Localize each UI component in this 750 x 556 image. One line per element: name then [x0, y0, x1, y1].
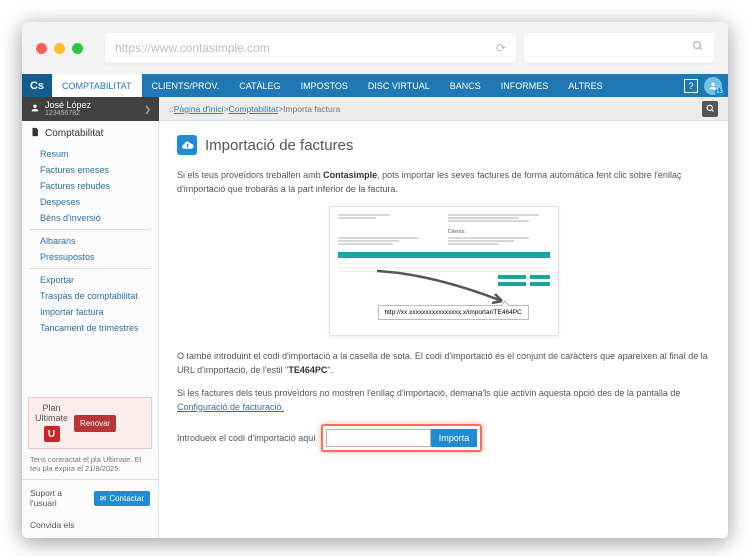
breadcrumb: :: Pàgina d'inici > Comptabilitat > Impo… — [159, 97, 728, 121]
sidebar-heading: Comptabilitat — [22, 121, 158, 146]
mail-icon: ✉ — [100, 494, 107, 503]
support-row: Suport a l'usuari ✉ Contactar — [22, 480, 158, 516]
nav-altres[interactable]: ALTRES — [558, 74, 612, 97]
nav-clients[interactable]: CLIENTS/PROV. — [142, 74, 230, 97]
sidebar-item-traspas[interactable]: Traspàs de comptabilitat — [22, 288, 158, 304]
sidebar-item-despeses[interactable]: Despeses — [22, 194, 158, 210]
import-code-input[interactable] — [326, 429, 431, 447]
sidebar-item-albarans[interactable]: Albarans — [22, 233, 158, 249]
window-controls — [36, 43, 83, 54]
plan-info: Tens contractat el pla Ultimate. El teu … — [22, 455, 158, 480]
nav-informes[interactable]: INFORMES — [491, 74, 559, 97]
app-window: https://www.contasimple.com ⟳ Cs COMPTAB… — [22, 22, 728, 538]
document-icon — [30, 127, 40, 140]
browser-search[interactable] — [524, 33, 714, 63]
input-label: Introdueix el codi d'importació aquí — [177, 433, 316, 443]
top-nav: Cs COMPTABILITAT CLIENTS/PROV. CATÀLEG I… — [22, 74, 728, 97]
sidebar-item-resum[interactable]: Resum — [22, 146, 158, 162]
sidebar-item-exportar[interactable]: Exportar — [22, 272, 158, 288]
user-id: 12345678Z — [45, 110, 91, 117]
sidebar-item-factures-emeses[interactable]: Factures emeses — [22, 162, 158, 178]
import-input-row: Introdueix el codi d'importació aquí Imp… — [177, 424, 710, 452]
arrow-icon — [372, 269, 512, 309]
plan-badge-icon: U — [44, 426, 60, 442]
sidebar: Comptabilitat Resum Factures emeses Fact… — [22, 121, 159, 538]
brand-logo[interactable]: Cs — [22, 74, 52, 97]
notification-badge: 13 — [715, 88, 724, 97]
breadcrumb-home[interactable]: Pàgina d'inici — [174, 104, 224, 114]
nav-bancs[interactable]: BANCS — [440, 74, 491, 97]
sidebar-item-pressupostos[interactable]: Pressupostos — [22, 249, 158, 265]
minimize-icon[interactable] — [54, 43, 65, 54]
search-icon — [692, 39, 704, 57]
invite-row[interactable]: Convida els — [22, 516, 158, 538]
description-3: Si les factures dels teus proveïdors no … — [177, 387, 710, 414]
divider — [30, 268, 150, 269]
support-label: Suport a l'usuari — [30, 488, 88, 508]
sub-header: José López 12345678Z ❯ :: Pàgina d'inici… — [22, 97, 728, 121]
close-icon[interactable] — [36, 43, 47, 54]
user-avatar[interactable]: 13 — [704, 77, 722, 95]
sidebar-item-bens[interactable]: Béns d'inversió — [22, 210, 158, 226]
refresh-icon[interactable]: ⟳ — [496, 41, 506, 55]
nav-impostos[interactable]: IMPOSTOS — [291, 74, 358, 97]
help-icon[interactable]: ? — [684, 79, 698, 93]
sidebar-item-importar[interactable]: Importar factura — [22, 304, 158, 320]
renew-button[interactable]: Renovar — [74, 415, 116, 432]
breadcrumb-section[interactable]: Comptabilitat — [229, 104, 279, 114]
config-link[interactable]: Configuració de facturació. — [177, 402, 284, 412]
maximize-icon[interactable] — [72, 43, 83, 54]
nav-cataleg[interactable]: CATÀLEG — [229, 74, 290, 97]
page-title: Importació de factures — [177, 135, 710, 155]
description-1: Si els teus proveïdors treballen amb Con… — [177, 169, 710, 196]
description-2: O també introduint el codi d'importació … — [177, 350, 710, 377]
nav-comptabilitat[interactable]: COMPTABILITAT — [52, 74, 142, 97]
sidebar-item-tancament[interactable]: Tancament de trimestres — [22, 320, 158, 336]
main-content: Importació de factures Si els teus prove… — [159, 121, 728, 538]
breadcrumb-current: Importa factura — [283, 104, 340, 114]
plan-card: Plan Ultimate U Renovar — [28, 397, 152, 449]
url-text: https://www.contasimple.com — [115, 41, 270, 55]
nav-disc[interactable]: DISC VIRTUAL — [358, 74, 440, 97]
import-button[interactable]: Importa — [431, 429, 478, 447]
invoice-mockup: Clients: — [329, 206, 559, 336]
cloud-upload-icon — [177, 135, 197, 155]
url-bubble: http://xx.xxxxxxxxxxxxxxxx.x/importar/TE… — [378, 305, 529, 320]
browser-bar: https://www.contasimple.com ⟳ — [22, 22, 728, 74]
page-search-icon[interactable] — [702, 101, 718, 117]
contact-button[interactable]: ✉ Contactar — [94, 491, 150, 506]
divider — [30, 229, 150, 230]
url-bar[interactable]: https://www.contasimple.com ⟳ — [105, 33, 516, 63]
user-box[interactable]: José López 12345678Z ❯ — [22, 97, 159, 121]
chevron-right-icon: ❯ — [144, 105, 151, 114]
highlight-box: Importa — [321, 424, 483, 452]
sidebar-item-factures-rebudes[interactable]: Factures rebudes — [22, 178, 158, 194]
user-name: José López — [45, 101, 91, 110]
user-icon — [30, 103, 40, 115]
